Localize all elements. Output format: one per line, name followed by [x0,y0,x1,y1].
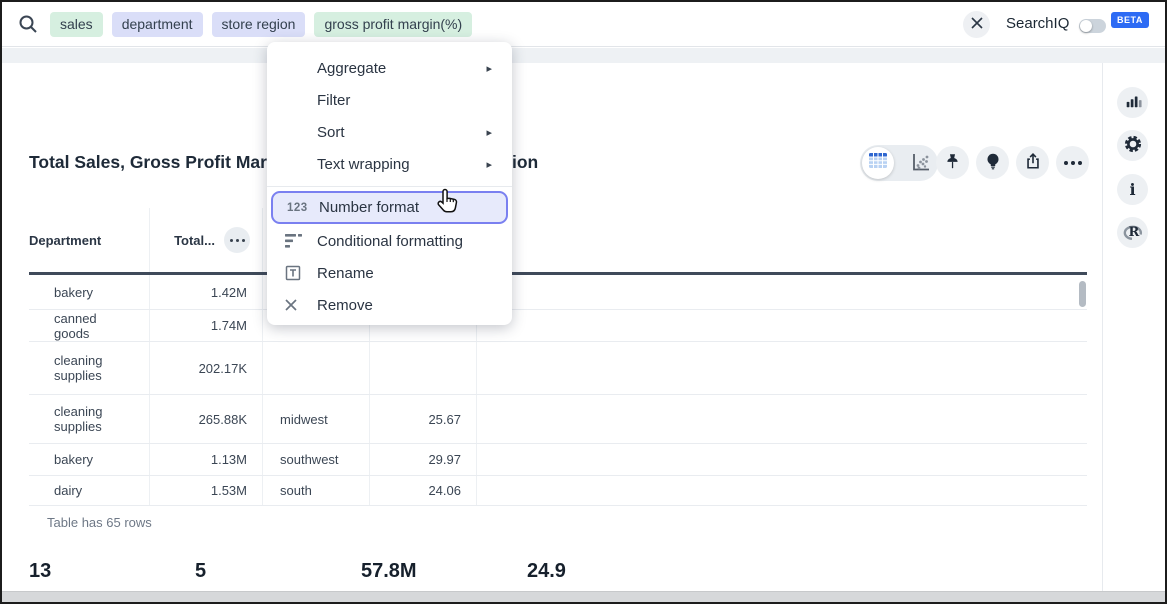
menu-item-conditional-formatting[interactable]: Conditional formatting [267,225,512,257]
number-format-icon: 123 [287,202,311,214]
cell-total: 202.17K [150,342,263,394]
search-icon [18,14,38,34]
summary-value: 57.8M [361,560,512,583]
cell-department: cleaning supplies [29,342,150,394]
r-logo-icon: R [1123,224,1143,241]
table-row: cleaning supplies 265.88K midwest 25.67 [29,395,1087,444]
summary-value: 24.9 [527,560,678,583]
lightbulb-icon [985,152,1001,173]
menu-item-aggregate[interactable]: Aggregate ▸ [267,52,512,84]
column-header-total-sales[interactable]: Total... [150,208,263,272]
ellipsis-icon [1064,161,1082,165]
summary-value: 13 [29,560,180,583]
menu-item-text-wrapping[interactable]: Text wrapping ▸ [267,148,512,180]
column-menu-button[interactable] [224,227,250,253]
table-row: cleaning supplies 202.17K [29,342,1087,395]
table-vertical-scrollbar[interactable] [1079,281,1086,307]
share-icon [1024,152,1042,173]
cell-region: midwest [263,395,370,443]
searchiq-label: SearchIQ [1006,15,1069,32]
cell-margin: 25.67 [370,395,477,443]
chart-view-button[interactable] [910,152,932,178]
cell-region: south [263,476,370,505]
searchiq-toggle[interactable] [1079,19,1106,33]
remove-icon [285,299,309,311]
table-view-button[interactable] [862,147,894,179]
menu-item-remove[interactable]: Remove [267,289,512,321]
horizontal-scrollbar[interactable] [2,591,1165,602]
table-row: canned goods 1.74M [29,310,1087,342]
cell-total: 1.74M [150,310,263,341]
submenu-arrow-icon: ▸ [486,158,492,171]
pin-icon [944,152,961,173]
scatter-chart-icon [910,160,932,177]
close-icon [971,17,983,32]
summary-value: 5 [195,560,346,583]
row-count-label: Table has 65 rows [47,515,152,530]
app-window: sales department store region gross prof… [0,0,1167,604]
r-analysis-button[interactable]: R [1117,217,1148,248]
more-actions-button[interactable] [1056,146,1089,179]
result-table: Department Total... bakery 1.42M [29,208,1087,506]
submenu-arrow-icon: ▸ [486,62,492,75]
column-header-department[interactable]: Department [29,208,150,272]
table-row: bakery 1.13M southwest 29.97 [29,444,1087,476]
page-title-fragment: ion [512,152,538,173]
search-token-list: sales department store region gross prof… [50,12,472,37]
menu-separator [267,186,512,187]
cell-total: 1.53M [150,476,263,505]
menu-item-sort[interactable]: Sort ▸ [267,116,512,148]
menu-item-rename[interactable]: Rename [267,257,512,289]
page-background-strip [2,48,1165,63]
display-mode-toggle [860,145,938,181]
right-icon-rail: i R [1102,63,1165,592]
column-header-spacer [477,208,1087,272]
table-row: bakery 1.42M [29,275,1087,310]
search-token-store-region[interactable]: store region [212,12,306,37]
page-title: Total Sales, Gross Profit Margin [29,152,293,173]
info-icon: i [1129,180,1135,199]
toggle-knob [1080,20,1092,32]
menu-item-filter[interactable]: Filter [267,84,512,116]
cell-department: canned goods [29,310,150,341]
share-button[interactable] [1016,146,1049,179]
chart-config-button[interactable] [1117,87,1148,118]
answer-panel: Total Sales, Gross Profit Margin ion [2,63,1102,592]
cell-department: bakery [29,275,150,309]
cell-department: bakery [29,444,150,475]
insights-button[interactable] [976,146,1009,179]
ellipsis-icon [230,239,245,242]
cell-total: 1.13M [150,444,263,475]
cell-total: 1.42M [150,275,263,309]
info-button[interactable]: i [1117,174,1148,205]
submenu-arrow-icon: ▸ [486,126,492,139]
search-bar: sales department store region gross prof… [2,2,1165,47]
column-context-menu: Aggregate ▸ Filter Sort ▸ Text wrapping … [267,42,512,325]
beta-badge: BETA [1111,12,1149,28]
settings-button[interactable] [1117,130,1148,161]
cell-department: dairy [29,476,150,505]
cell-margin: 24.06 [370,476,477,505]
search-token-department[interactable]: department [112,12,203,37]
cell-margin [370,342,477,394]
bar-chart-icon [1124,92,1142,113]
search-token-gross-profit-margin[interactable]: gross profit margin(%) [314,12,472,37]
clear-search-button[interactable] [963,11,990,38]
gear-icon [1123,134,1143,157]
table-row: dairy 1.53M south 24.06 [29,476,1087,506]
cell-department: cleaning supplies [29,395,150,443]
search-token-sales[interactable]: sales [50,12,103,37]
rename-icon [285,265,309,281]
menu-item-number-format[interactable]: 123 Number format [271,191,508,224]
table-header-row: Department Total... [29,208,1087,275]
pin-button[interactable] [936,146,969,179]
cell-region [263,342,370,394]
table-icon [869,153,887,173]
cell-total: 265.88K [150,395,263,443]
cell-margin: 29.97 [370,444,477,475]
cell-region: southwest [263,444,370,475]
conditional-formatting-icon [285,234,309,248]
